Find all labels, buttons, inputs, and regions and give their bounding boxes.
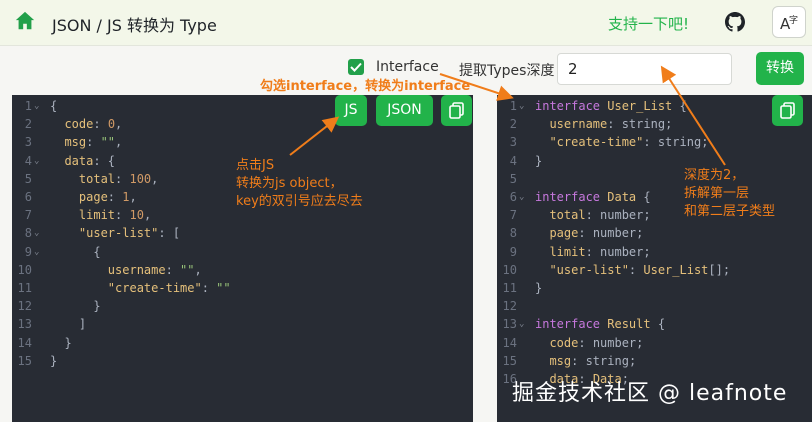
interface-arrow (439, 73, 514, 101)
js-arrow (289, 116, 340, 156)
annotation-arrows (289, 65, 726, 166)
watermark: 掘金技术社区 @ leafnote (512, 381, 788, 406)
depth-arrow (660, 65, 726, 166)
